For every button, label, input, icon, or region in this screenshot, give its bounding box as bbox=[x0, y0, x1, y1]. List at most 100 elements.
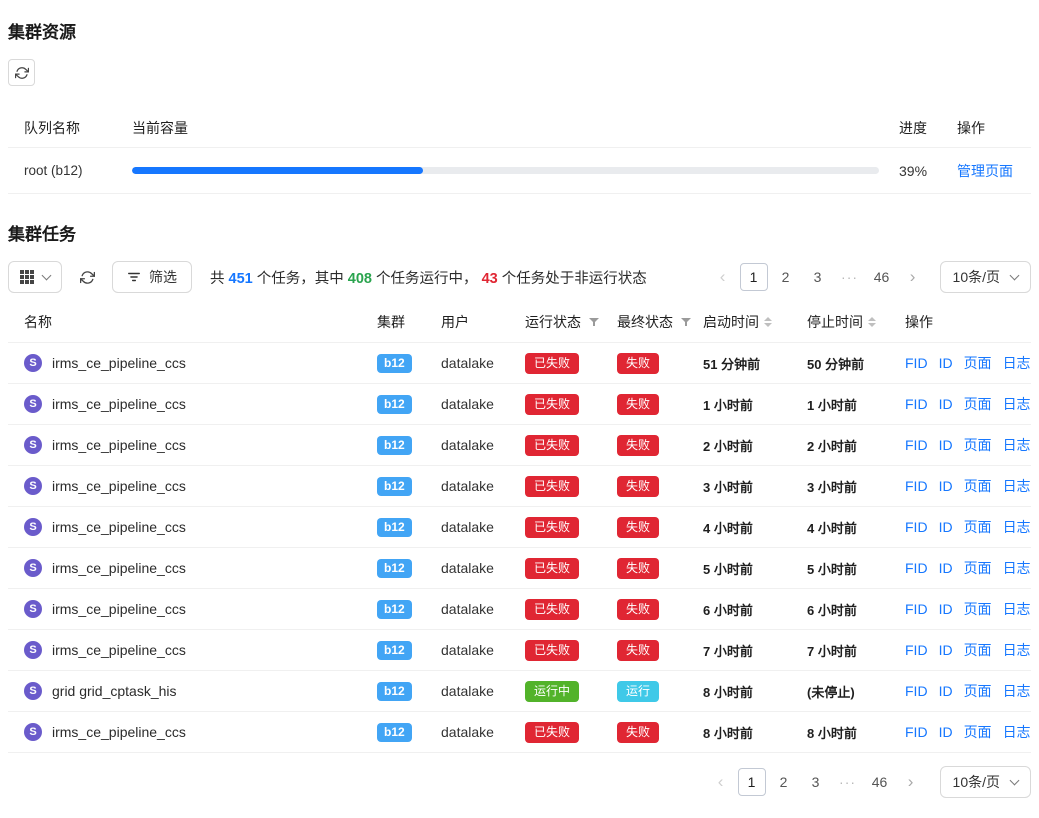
run-status-badge: 已失败 bbox=[525, 435, 579, 456]
action-link-id[interactable]: ID bbox=[939, 560, 953, 576]
action-link-id[interactable]: ID bbox=[939, 519, 953, 535]
avatar: S bbox=[24, 518, 42, 536]
stop-time: 3 小时前 bbox=[807, 477, 905, 496]
run-status-badge: 运行中 bbox=[525, 681, 579, 702]
action-link-id[interactable]: ID bbox=[939, 601, 953, 617]
tasks-table: 名称 集群 用户 运行状态 最终状态 启动时间 停止时间 操作 S irms_c… bbox=[8, 301, 1031, 753]
action-link-fid[interactable]: FID bbox=[905, 642, 928, 658]
action-link-log[interactable]: 日志 bbox=[1003, 435, 1031, 455]
action-link-log[interactable]: 日志 bbox=[1003, 722, 1031, 742]
page-size-select[interactable]: 10条/页 bbox=[940, 261, 1031, 293]
run-status-badge: 已失败 bbox=[525, 353, 579, 374]
action-link-page[interactable]: 页面 bbox=[964, 722, 992, 742]
prev-page-button[interactable]: ‹ bbox=[708, 769, 734, 795]
sort-icon[interactable] bbox=[764, 317, 772, 327]
grid-icon bbox=[20, 270, 34, 284]
section-title-resources: 集群资源 bbox=[8, 18, 1031, 43]
page-item-46[interactable]: 46 bbox=[866, 768, 894, 796]
action-link-fid[interactable]: FID bbox=[905, 355, 928, 371]
task-user: datalake bbox=[441, 396, 525, 412]
action-link-log[interactable]: 日志 bbox=[1003, 517, 1031, 537]
task-name: irms_ce_pipeline_ccs bbox=[52, 560, 186, 576]
prev-page-button[interactable]: ‹ bbox=[710, 264, 736, 290]
task-user: datalake bbox=[441, 724, 525, 740]
final-status-badge: 失败 bbox=[617, 640, 659, 661]
column-header-stop-time[interactable]: 停止时间 bbox=[807, 312, 905, 332]
page-item-1[interactable]: 1 bbox=[738, 768, 766, 796]
action-link-id[interactable]: ID bbox=[939, 437, 953, 453]
action-link-id[interactable]: ID bbox=[939, 396, 953, 412]
action-link-fid[interactable]: FID bbox=[905, 560, 928, 576]
action-link-id[interactable]: ID bbox=[939, 724, 953, 740]
start-time: 8 小时前 bbox=[703, 723, 807, 742]
avatar: S bbox=[24, 354, 42, 372]
avatar: S bbox=[24, 682, 42, 700]
column-settings-button[interactable] bbox=[8, 261, 62, 293]
refresh-icon bbox=[15, 66, 29, 80]
section-title-tasks: 集群任务 bbox=[8, 220, 1031, 245]
action-link-log[interactable]: 日志 bbox=[1003, 353, 1031, 373]
column-header-actions: 操作 bbox=[905, 312, 1031, 332]
action-link-fid[interactable]: FID bbox=[905, 396, 928, 412]
action-link-id[interactable]: ID bbox=[939, 642, 953, 658]
final-status-badge: 失败 bbox=[617, 722, 659, 743]
next-page-button[interactable]: › bbox=[900, 264, 926, 290]
cluster-badge: b12 bbox=[377, 600, 412, 619]
refresh-tasks-button[interactable] bbox=[76, 266, 98, 288]
chevron-down-icon bbox=[1010, 271, 1020, 281]
sort-icon[interactable] bbox=[868, 317, 876, 327]
column-header-final-status[interactable]: 最终状态 bbox=[617, 312, 703, 332]
column-header-name: 名称 bbox=[8, 312, 377, 332]
action-link-fid[interactable]: FID bbox=[905, 724, 928, 740]
action-link-page[interactable]: 页面 bbox=[964, 476, 992, 496]
page-item-2[interactable]: 2 bbox=[770, 768, 798, 796]
manage-page-link[interactable]: 管理页面 bbox=[957, 163, 1013, 179]
page-size-select[interactable]: 10条/页 bbox=[940, 766, 1031, 798]
task-name: irms_ce_pipeline_ccs bbox=[52, 519, 186, 535]
filter-button[interactable]: 筛选 bbox=[112, 261, 192, 293]
stop-time: 5 小时前 bbox=[807, 559, 905, 578]
filter-funnel-icon[interactable] bbox=[588, 316, 600, 328]
page-item-3[interactable]: 3 bbox=[802, 768, 830, 796]
action-link-id[interactable]: ID bbox=[939, 478, 953, 494]
action-link-log[interactable]: 日志 bbox=[1003, 640, 1031, 660]
table-footer: ‹ 123···46 › 10条/页 bbox=[8, 766, 1031, 798]
page: 集群资源 队列名称 当前容量 进度 操作 root (b12) bbox=[0, 0, 1039, 818]
page-item-2[interactable]: 2 bbox=[772, 263, 800, 291]
resources-table-header: 队列名称 当前容量 进度 操作 bbox=[8, 108, 1031, 148]
refresh-resources-button[interactable] bbox=[8, 59, 35, 86]
action-link-page[interactable]: 页面 bbox=[964, 517, 992, 537]
filter-lines-icon bbox=[127, 270, 141, 284]
action-link-page[interactable]: 页面 bbox=[964, 394, 992, 414]
stop-time: 7 小时前 bbox=[807, 641, 905, 660]
task-user: datalake bbox=[441, 642, 525, 658]
action-link-page[interactable]: 页面 bbox=[964, 599, 992, 619]
action-link-page[interactable]: 页面 bbox=[964, 681, 992, 701]
stop-time: 6 小时前 bbox=[807, 600, 905, 619]
action-link-id[interactable]: ID bbox=[939, 355, 953, 371]
filter-funnel-icon[interactable] bbox=[680, 316, 692, 328]
action-link-fid[interactable]: FID bbox=[905, 601, 928, 617]
action-link-page[interactable]: 页面 bbox=[964, 353, 992, 373]
action-link-fid[interactable]: FID bbox=[905, 519, 928, 535]
action-link-fid[interactable]: FID bbox=[905, 478, 928, 494]
page-item-1[interactable]: 1 bbox=[740, 263, 768, 291]
action-link-log[interactable]: 日志 bbox=[1003, 599, 1031, 619]
column-header-run-status[interactable]: 运行状态 bbox=[525, 312, 617, 332]
action-link-page[interactable]: 页面 bbox=[964, 640, 992, 660]
action-link-id[interactable]: ID bbox=[939, 683, 953, 699]
action-link-log[interactable]: 日志 bbox=[1003, 681, 1031, 701]
task-name: irms_ce_pipeline_ccs bbox=[52, 437, 186, 453]
action-link-fid[interactable]: FID bbox=[905, 683, 928, 699]
action-link-log[interactable]: 日志 bbox=[1003, 558, 1031, 578]
column-header-start-time[interactable]: 启动时间 bbox=[703, 312, 807, 332]
page-item-3[interactable]: 3 bbox=[804, 263, 832, 291]
action-link-log[interactable]: 日志 bbox=[1003, 476, 1031, 496]
action-link-log[interactable]: 日志 bbox=[1003, 394, 1031, 414]
action-link-fid[interactable]: FID bbox=[905, 437, 928, 453]
action-link-page[interactable]: 页面 bbox=[964, 558, 992, 578]
page-item-46[interactable]: 46 bbox=[868, 263, 896, 291]
action-link-page[interactable]: 页面 bbox=[964, 435, 992, 455]
cluster-badge: b12 bbox=[377, 723, 412, 742]
next-page-button[interactable]: › bbox=[898, 769, 924, 795]
